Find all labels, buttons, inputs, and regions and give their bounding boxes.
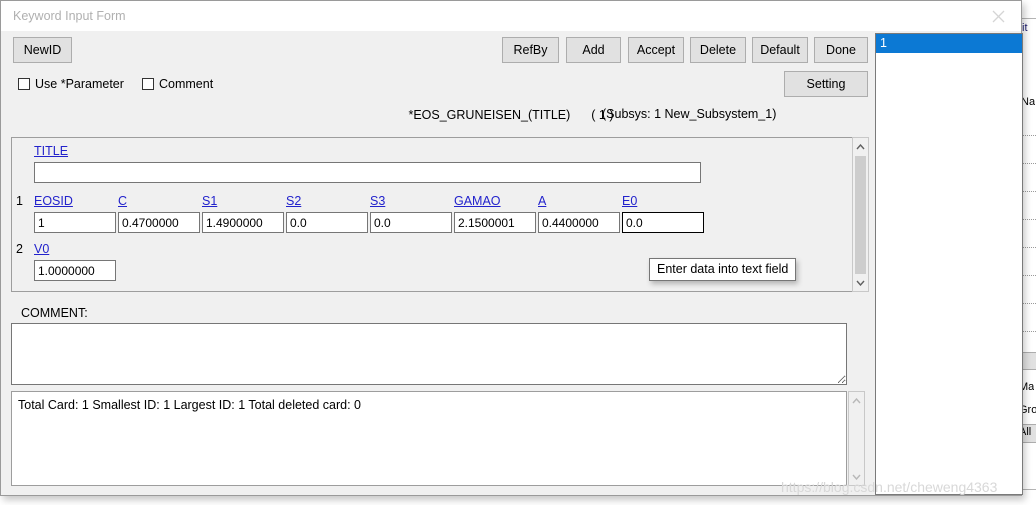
- status-summary-text: Total Card: 1 Smallest ID: 1 Largest ID:…: [18, 398, 361, 412]
- field-input-c[interactable]: [118, 212, 200, 233]
- refby-button[interactable]: RefBy: [502, 37, 559, 63]
- keyword-name: *EOS_GRUNEISEN_(TITLE): [408, 108, 571, 122]
- title-bar: Keyword Input Form: [1, 1, 1021, 32]
- field-label-e0[interactable]: E0: [622, 194, 637, 208]
- scroll-up-icon[interactable]: [849, 392, 864, 409]
- scroll-thumb[interactable]: [855, 156, 866, 274]
- field-input-s2[interactable]: [286, 212, 368, 233]
- field-input-s3[interactable]: [370, 212, 452, 233]
- field-input-e0[interactable]: [622, 212, 704, 233]
- field-input-gamao[interactable]: [454, 212, 536, 233]
- comment-checkbox[interactable]: Comment: [142, 77, 213, 91]
- field-input-v0[interactable]: [34, 260, 116, 281]
- delete-button[interactable]: Delete: [690, 37, 746, 63]
- keyword-count: ( 1 ): [591, 108, 614, 122]
- use-parameter-label: Use *Parameter: [35, 77, 124, 91]
- tooltip: Enter data into text field: [649, 258, 797, 281]
- setting-button[interactable]: Setting: [784, 71, 868, 97]
- comment-label: COMMENT:: [21, 306, 88, 320]
- field-label-eosid[interactable]: EOSID: [34, 194, 73, 208]
- field-label-title[interactable]: TITLE: [34, 144, 68, 158]
- field-panel-scrollbar[interactable]: [852, 137, 869, 292]
- field-label-s3[interactable]: S3: [370, 194, 385, 208]
- default-button[interactable]: Default: [752, 37, 808, 63]
- field-input-s1[interactable]: [202, 212, 284, 233]
- field-label-s2[interactable]: S2: [286, 194, 301, 208]
- row-number-2: 2: [16, 242, 23, 256]
- keyword-title: *EOS_GRUNEISEN_(TITLE) ( 1 ): [1, 108, 1021, 122]
- window-title: Keyword Input Form: [13, 9, 126, 23]
- status-panel: Total Card: 1 Smallest ID: 1 Largest ID:…: [11, 391, 847, 486]
- id-list[interactable]: 1: [875, 33, 1023, 495]
- done-button[interactable]: Done: [814, 37, 868, 63]
- comment-checkbox-label: Comment: [159, 77, 214, 91]
- scroll-down-icon[interactable]: [849, 468, 864, 485]
- status-panel-scrollbar[interactable]: [848, 391, 865, 486]
- field-label-s1[interactable]: S1: [202, 194, 217, 208]
- use-parameter-checkbox[interactable]: Use *Parameter: [18, 77, 124, 91]
- dialog-client-area: NewID RefBy Add Accept Delete Default Do…: [1, 31, 1023, 495]
- row-number-1: 1: [16, 194, 23, 208]
- scroll-down-icon[interactable]: [853, 274, 868, 291]
- close-icon[interactable]: [976, 1, 1021, 31]
- scroll-up-icon[interactable]: [853, 138, 868, 155]
- checkbox-box[interactable]: [142, 78, 154, 90]
- field-label-v0[interactable]: V0: [34, 242, 49, 256]
- keyword-input-form-window: Keyword Input Form NewID RefBy Add Accep…: [0, 0, 1023, 496]
- background-fragment-na: Na: [1021, 96, 1036, 108]
- accept-button[interactable]: Accept: [628, 37, 684, 63]
- field-input-a[interactable]: [538, 212, 620, 233]
- comment-textarea[interactable]: [11, 323, 847, 385]
- field-label-a[interactable]: A: [538, 194, 546, 208]
- field-label-gamao[interactable]: GAMAO: [454, 194, 501, 208]
- list-item[interactable]: 1: [876, 34, 1022, 53]
- add-button[interactable]: Add: [566, 37, 621, 63]
- checkbox-box[interactable]: [18, 78, 30, 90]
- field-label-c[interactable]: C: [118, 194, 127, 208]
- field-input-title[interactable]: [34, 162, 701, 183]
- new-id-button[interactable]: NewID: [13, 37, 72, 63]
- field-input-eosid[interactable]: [34, 212, 116, 233]
